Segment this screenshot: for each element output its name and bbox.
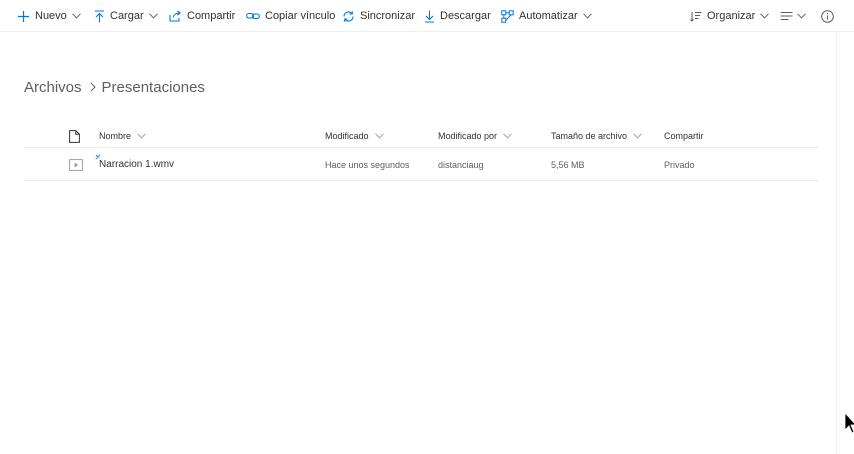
- download-arrow-icon: [424, 10, 435, 23]
- share-button-label: Compartir: [187, 10, 236, 22]
- modified-by-cell: distanciaug: [438, 149, 484, 180]
- file-name: Narracion 1.wmv: [99, 159, 175, 170]
- breadcrumb-root[interactable]: Archivos: [24, 79, 82, 96]
- chevron-down-icon: [503, 133, 512, 139]
- document-icon: [69, 129, 80, 143]
- list-header: Nombre Modificado Modificado por Tamaño …: [24, 124, 819, 148]
- file-size-value: 5,56 MB: [551, 159, 585, 170]
- copy-link-button-label: Copiar vínculo: [265, 10, 336, 22]
- column-header-modified[interactable]: Modificado: [325, 124, 384, 148]
- share-icon: [169, 10, 182, 22]
- automate-button-label: Automatizar: [519, 10, 578, 22]
- sync-button-label: Sincronizar: [360, 10, 416, 22]
- column-header-name-label: Nombre: [99, 131, 132, 141]
- chevron-down-icon: [797, 13, 806, 19]
- flow-icon: [501, 9, 514, 23]
- new-button-label: Nuevo: [35, 10, 67, 22]
- sort-icon: [690, 11, 702, 22]
- automate-button[interactable]: Automatizar: [501, 0, 592, 32]
- sort-button-label: Organizar: [707, 10, 756, 22]
- command-bar: Nuevo Cargar Compartir Copiar vínculo Si…: [0, 0, 854, 32]
- sort-button[interactable]: Organizar: [690, 0, 770, 32]
- copy-link-button[interactable]: Copiar vínculo: [246, 0, 335, 32]
- sharing-cell: Privado: [664, 149, 695, 180]
- column-header-sharing[interactable]: Compartir: [664, 124, 704, 148]
- column-header-modified-label: Modificado: [325, 131, 369, 141]
- new-button[interactable]: Nuevo: [17, 0, 81, 32]
- plus-icon: [17, 10, 30, 23]
- sync-button[interactable]: Sincronizar: [342, 0, 415, 32]
- upload-button-label: Cargar: [110, 10, 144, 22]
- modified-cell: Hace unos segundos: [325, 149, 410, 180]
- column-header-sharing-label: Compartir: [664, 131, 704, 141]
- modified-by-value: distanciaug: [438, 159, 484, 170]
- sharing-value: Privado: [664, 159, 695, 170]
- file-type-column-header[interactable]: [69, 124, 80, 148]
- onedrive-files-page: Nuevo Cargar Compartir Copiar vínculo Si…: [0, 0, 854, 454]
- list-item[interactable]: Narracion 1.wmv Hace unos segundos dista…: [24, 149, 819, 181]
- info-button[interactable]: [821, 0, 834, 32]
- share-button[interactable]: Compartir: [169, 0, 235, 32]
- chevron-down-icon: [137, 133, 146, 139]
- chevron-down-icon: [760, 13, 770, 19]
- column-header-file-size-label: Tamaño de archivo: [551, 131, 628, 141]
- view-options-icon: [780, 11, 793, 21]
- link-icon: [246, 11, 260, 21]
- upload-arrow-icon: [94, 9, 105, 23]
- modified-value: Hace unos segundos: [325, 159, 410, 170]
- chevron-down-icon: [374, 133, 384, 139]
- chevron-down-icon: [582, 13, 592, 19]
- download-button-label: Descargar: [440, 10, 491, 22]
- column-header-name[interactable]: Nombre: [99, 124, 146, 148]
- column-header-file-size[interactable]: Tamaño de archivo: [551, 124, 642, 148]
- view-options-button[interactable]: [780, 0, 806, 32]
- file-type-cell: [69, 149, 83, 180]
- mouse-pointer-icon: [844, 412, 854, 434]
- breadcrumb-current: Presentaciones: [101, 78, 205, 96]
- chevron-right-icon: [89, 82, 96, 92]
- column-header-modified-by[interactable]: Modificado por: [438, 124, 512, 148]
- file-name-link[interactable]: Narracion 1.wmv: [99, 149, 174, 180]
- chevron-down-icon: [148, 13, 158, 19]
- chevron-down-icon: [71, 13, 81, 19]
- file-size-cell: 5,56 MB: [551, 149, 585, 180]
- upload-button[interactable]: Cargar: [94, 0, 158, 32]
- video-file-icon: [69, 158, 83, 171]
- info-icon: [821, 9, 834, 23]
- vertical-scrollbar[interactable]: [837, 32, 854, 454]
- chevron-down-icon: [633, 133, 642, 139]
- sync-icon: [342, 10, 355, 23]
- breadcrumb: Archivos Presentaciones: [24, 76, 205, 98]
- download-button[interactable]: Descargar: [424, 0, 491, 32]
- column-header-modified-by-label: Modificado por: [438, 131, 498, 141]
